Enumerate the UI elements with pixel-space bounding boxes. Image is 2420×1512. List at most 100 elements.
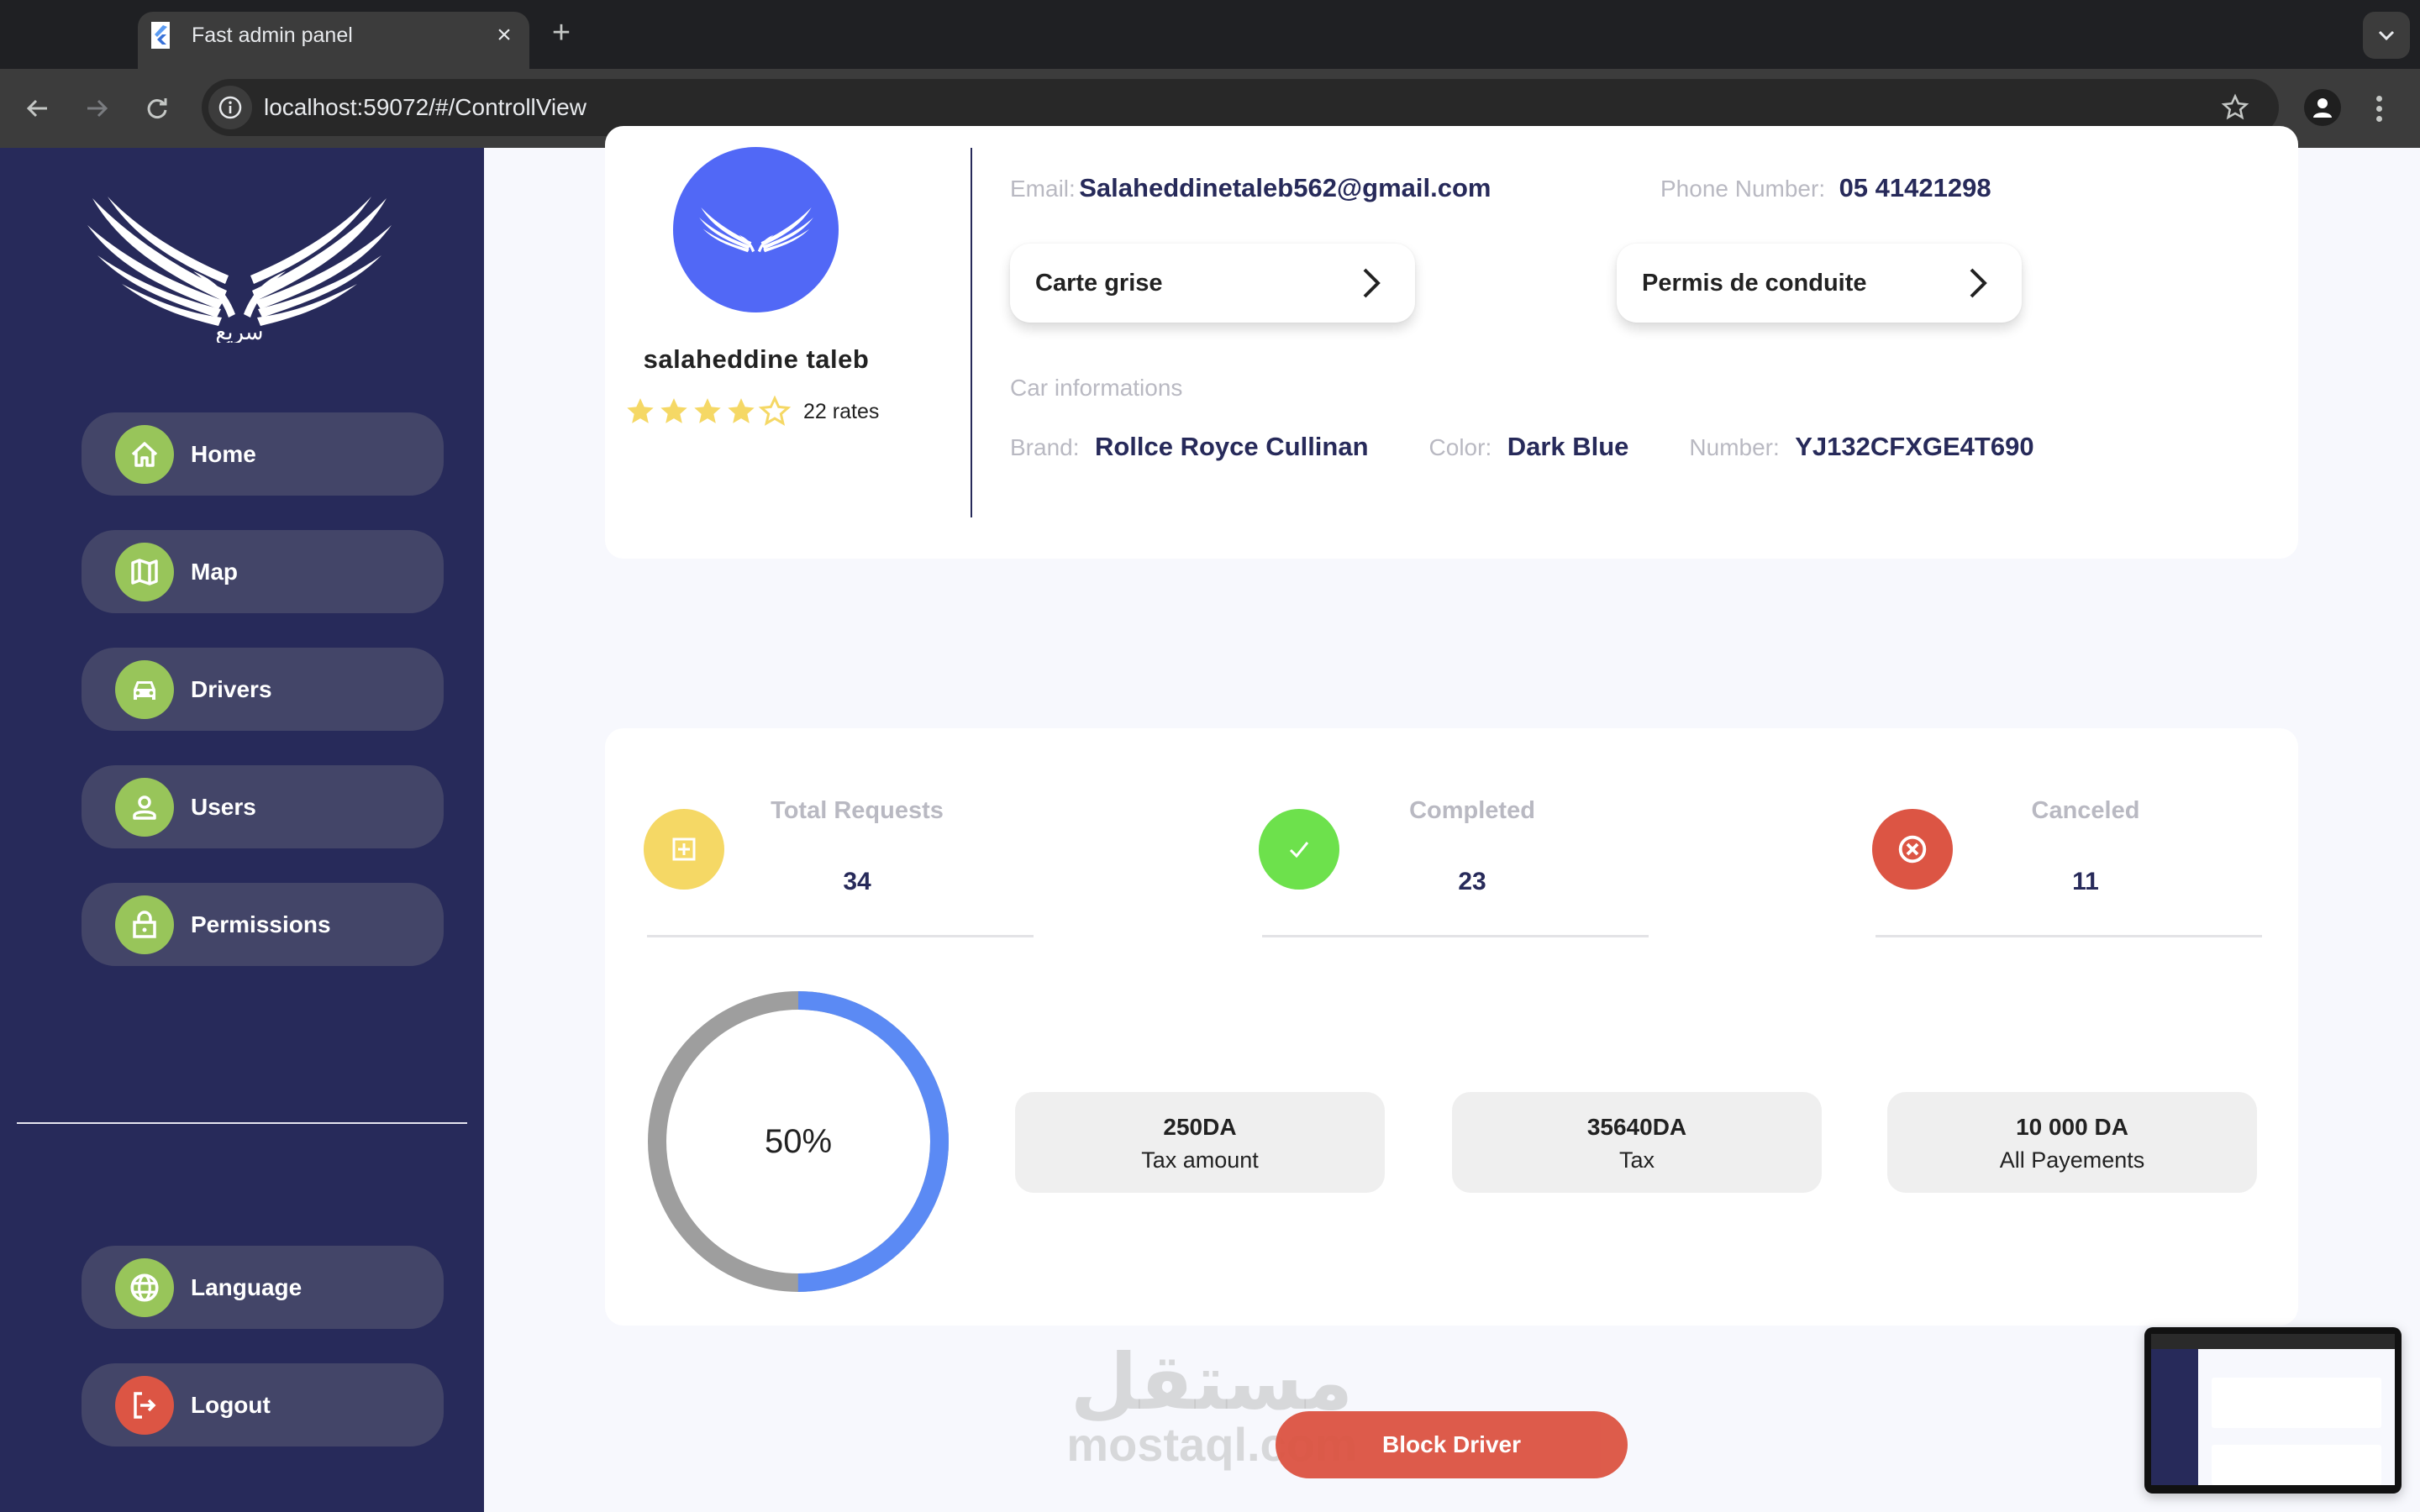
star-outline-icon — [2221, 93, 2249, 120]
wings-logo-icon: سريع — [87, 197, 392, 345]
chevron-down-icon — [2378, 30, 2395, 41]
sidebar-item-label: Logout — [191, 1392, 271, 1418]
money-value: 10 000 DA — [2016, 1114, 2128, 1140]
stat-underline — [1262, 935, 1649, 937]
permis-label: Permis de conduite — [1642, 270, 1867, 297]
browser-menu-button[interactable] — [2366, 87, 2391, 129]
star-filled-icon — [694, 398, 721, 423]
map-icon — [115, 543, 174, 601]
car-icon — [115, 660, 174, 719]
sidebar-item-permissions[interactable]: Permissions — [82, 883, 444, 966]
tab-search-button[interactable] — [2363, 12, 2410, 59]
brand-value: Rollce Royce Cullinan — [1094, 432, 1369, 461]
star-filled-icon — [660, 398, 687, 423]
new-tab-button[interactable]: + — [544, 17, 578, 50]
color-label: Color: — [1428, 434, 1492, 460]
sidebar-item-map[interactable]: Map — [82, 530, 444, 613]
profile-button[interactable] — [2304, 89, 2341, 126]
sidebar: سريع Home Map Drivers Users Permissions — [0, 148, 484, 1512]
screenshot-thumbnail-preview[interactable] — [2144, 1327, 2402, 1494]
tax-amount-box: 250DA Tax amount — [1015, 1092, 1385, 1193]
vertical-divider — [971, 148, 972, 517]
url-text[interactable]: localhost:59072/#/ControllView — [264, 93, 587, 122]
chevron-right-icon — [1363, 268, 1381, 298]
stat-value: 23 — [1458, 868, 1486, 895]
money-label: All Payements — [1999, 1147, 2145, 1173]
sidebar-divider — [17, 1122, 467, 1124]
all-payments-box: 10 000 DA All Payements — [1887, 1092, 2257, 1193]
star-outline-icon — [758, 395, 792, 426]
money-label: Tax — [1618, 1147, 1655, 1173]
sidebar-item-home[interactable]: Home — [82, 412, 444, 496]
back-button[interactable] — [17, 87, 59, 129]
flutter-logo-icon — [151, 22, 170, 49]
close-icon[interactable]: × — [489, 20, 519, 50]
car-info-row: Brand: Rollce Royce Cullinan Color: Dark… — [1010, 432, 2095, 462]
number-label: Number: — [1689, 434, 1780, 460]
driver-stats-card: Total Requests 34 Completed 23 Canceled … — [605, 728, 2298, 1326]
reload-button[interactable] — [136, 87, 178, 129]
sidebar-item-label: Home — [191, 441, 256, 467]
stat-title: Completed — [1409, 797, 1535, 824]
kebab-menu-icon — [2375, 95, 2382, 102]
rates-count: 22 rates — [803, 399, 880, 423]
logo-text: سريع — [215, 320, 263, 343]
star-filled-icon — [728, 398, 755, 423]
app-logo: سريع — [84, 192, 395, 345]
permis-de-conduite-button[interactable]: Permis de conduite — [1617, 244, 2022, 323]
stat-canceled: Canceled 11 — [1833, 728, 2262, 938]
star-rating: 22 rates — [623, 395, 879, 428]
stat-underline — [647, 935, 1034, 937]
check-icon — [1259, 809, 1339, 890]
cancel-icon — [1872, 809, 1953, 890]
logout-icon — [115, 1376, 174, 1435]
avatar — [673, 147, 839, 312]
block-driver-button[interactable]: Block Driver — [1276, 1411, 1628, 1478]
stat-total-requests: Total Requests 34 — [605, 728, 1034, 938]
sidebar-item-language[interactable]: Language — [82, 1246, 444, 1329]
phone-field: Phone Number: 05 41421298 — [1660, 173, 1991, 203]
sidebar-item-drivers[interactable]: Drivers — [82, 648, 444, 731]
sidebar-item-label: Drivers — [191, 676, 272, 702]
add-box-icon — [644, 809, 724, 890]
sidebar-item-label: Map — [191, 559, 238, 585]
stat-title: Canceled — [2031, 797, 2140, 824]
car-info-heading: Car informations — [1010, 375, 1183, 401]
sidebar-item-label: Permissions — [191, 911, 331, 937]
reload-icon — [147, 98, 167, 118]
color-value: Dark Blue — [1507, 432, 1629, 461]
email-value: Salaheddinetaleb562@gmail.com — [1079, 173, 1491, 202]
info-icon — [218, 96, 242, 119]
lock-icon — [115, 895, 174, 954]
browser-tab[interactable]: Fast admin panel × — [138, 12, 529, 69]
stat-value: 11 — [2072, 868, 2099, 895]
browser-tab-strip: Fast admin panel × + — [0, 0, 2420, 69]
stat-value: 34 — [843, 868, 871, 895]
tax-box: 35640DA Tax — [1452, 1092, 1822, 1193]
driver-profile-card: salaheddine taleb 22 rates Email: Salahe… — [605, 126, 2298, 559]
stat-underline — [1876, 935, 2262, 937]
money-label: Tax amount — [1141, 1147, 1259, 1173]
stat-title: Total Requests — [771, 797, 944, 824]
sidebar-item-label: Users — [191, 794, 256, 820]
star-filled-icon — [627, 398, 654, 423]
forward-button[interactable] — [76, 87, 118, 129]
bookmark-button[interactable] — [2217, 89, 2254, 126]
email-label: Email: — [1010, 176, 1076, 202]
driver-name: salaheddine taleb — [643, 344, 870, 374]
sidebar-item-label: Language — [191, 1274, 302, 1300]
plus-icon: + — [551, 15, 571, 50]
sidebar-item-users[interactable]: Users — [82, 765, 444, 848]
tab-title: Fast admin panel — [192, 24, 353, 47]
site-info-button[interactable] — [208, 86, 252, 129]
carte-grise-button[interactable]: Carte grise — [1010, 244, 1415, 323]
sidebar-item-logout[interactable]: Logout — [82, 1363, 444, 1446]
money-value: 35640DA — [1586, 1114, 1687, 1140]
rating-stars — [623, 395, 792, 428]
watermark-arabic: مستقل — [1070, 1337, 1354, 1427]
email-field: Email: Salaheddinetaleb562@gmail.com — [1010, 173, 1491, 203]
wings-logo-icon — [698, 207, 813, 252]
arrow-right-icon — [87, 99, 108, 118]
person-icon — [2313, 98, 2332, 118]
home-icon — [115, 425, 174, 484]
